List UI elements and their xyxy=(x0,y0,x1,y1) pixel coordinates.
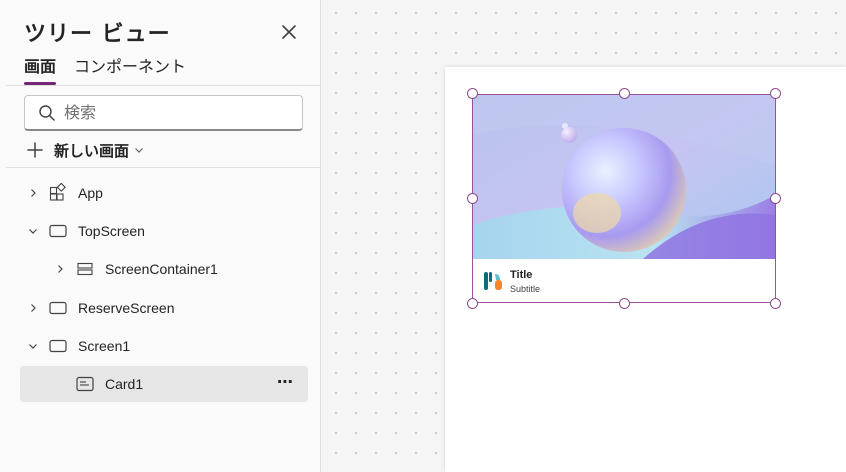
card-footer: Title Subtitle xyxy=(473,259,775,303)
tree-item-topscreen[interactable]: TopScreen xyxy=(20,213,308,249)
chevron-down-icon[interactable] xyxy=(25,223,41,239)
app-icon xyxy=(48,183,68,203)
chevron-right-icon[interactable] xyxy=(52,261,68,277)
card-title: Title xyxy=(510,269,533,281)
resize-handle-bottom-right[interactable] xyxy=(770,298,781,309)
card-control[interactable]: Title Subtitle xyxy=(472,94,776,303)
tree-divider xyxy=(6,167,321,168)
resize-handle-right[interactable] xyxy=(770,193,781,204)
resize-handle-bottom[interactable] xyxy=(619,298,630,309)
tree-item-label: Screen1 xyxy=(78,338,131,354)
panel-title: ツリー ビュー xyxy=(24,22,171,47)
chevron-down-icon xyxy=(135,148,143,153)
new-screen-button[interactable]: 新しい画面 xyxy=(26,139,145,161)
search-box[interactable] xyxy=(24,95,303,131)
chevron-right-icon[interactable] xyxy=(25,185,41,201)
resize-handle-top-left[interactable] xyxy=(467,88,478,99)
tree-item-reservescreen[interactable]: ReserveScreen xyxy=(20,290,308,326)
screen-icon xyxy=(48,221,68,241)
kitchen-utensils-icon xyxy=(484,272,502,290)
tree-item-label: ReserveScreen xyxy=(78,300,175,316)
more-options-button[interactable]: ⋯ xyxy=(277,375,294,391)
tab-divider xyxy=(6,85,321,86)
chevron-right-icon[interactable] xyxy=(25,300,41,316)
screen-icon xyxy=(48,336,68,356)
tree-item-app[interactable]: App xyxy=(20,175,308,211)
tab-screens[interactable]: 画面 xyxy=(24,57,57,85)
tab-components[interactable]: コンポーネント xyxy=(74,57,186,85)
tree-view-panel: ツリー ビュー 画面 コンポーネント 新しい画面 xyxy=(0,0,321,472)
card-icon xyxy=(75,374,95,394)
card-hero-image xyxy=(473,95,775,259)
tree-item-card1[interactable]: Card1 ⋯ xyxy=(20,366,308,402)
container-icon xyxy=(75,259,95,279)
resize-handle-top[interactable] xyxy=(619,88,630,99)
plus-icon xyxy=(27,142,43,158)
tree-item-label: Card1 xyxy=(105,376,144,392)
search-input[interactable] xyxy=(64,103,284,122)
resize-handle-bottom-left[interactable] xyxy=(467,298,478,309)
search-icon xyxy=(39,104,55,121)
tree-item-label: ScreenContainer1 xyxy=(105,261,218,277)
card-subtitle: Subtitle xyxy=(510,284,541,294)
resize-handle-left[interactable] xyxy=(467,193,478,204)
chevron-down-icon[interactable] xyxy=(25,338,41,354)
close-icon xyxy=(282,25,296,39)
panel-tabs: 画面 コンポーネント xyxy=(24,57,186,85)
close-button[interactable] xyxy=(279,22,299,42)
new-screen-label: 新しい画面 xyxy=(54,141,130,160)
tree-item-label: App xyxy=(78,185,103,201)
resize-handle-top-right[interactable] xyxy=(770,88,781,99)
tree-item-screen1[interactable]: Screen1 xyxy=(20,328,308,364)
screen-icon xyxy=(48,298,68,318)
tree-item-screencontainer1[interactable]: ScreenContainer1 xyxy=(20,251,308,287)
tree-item-label: TopScreen xyxy=(78,223,145,239)
